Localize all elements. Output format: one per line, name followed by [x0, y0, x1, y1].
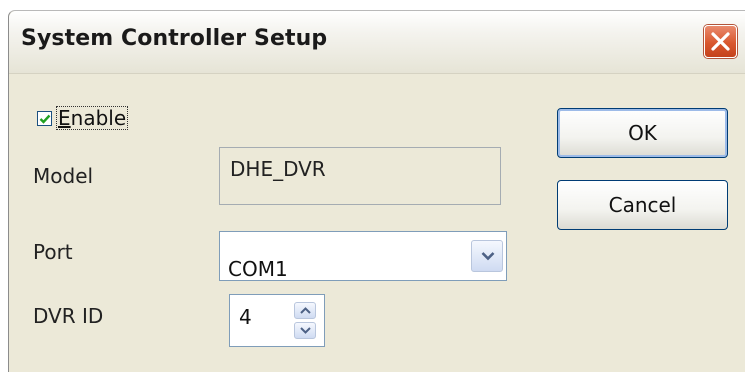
- chevron-down-icon: [481, 252, 495, 261]
- enable-label-rest: nable: [70, 106, 127, 130]
- port-value: COM1: [228, 257, 288, 281]
- enable-label[interactable]: Enable: [56, 106, 129, 130]
- dvr-id-value: 4: [239, 305, 252, 329]
- ok-button[interactable]: OK: [557, 108, 728, 158]
- port-select[interactable]: COM1: [219, 231, 507, 281]
- arrow-down-icon: [300, 327, 311, 334]
- system-controller-setup-dialog: System Controller Setup Enable Model DHE…: [8, 10, 745, 372]
- cancel-button[interactable]: Cancel: [557, 180, 728, 230]
- port-label: Port: [33, 240, 73, 264]
- checkmark-icon: [39, 114, 51, 124]
- model-label: Model: [33, 164, 94, 188]
- port-dropdown-button[interactable]: [471, 240, 503, 272]
- close-icon: [711, 32, 730, 51]
- model-field: DHE_DVR: [219, 147, 501, 205]
- dvr-id-label: DVR ID: [33, 304, 104, 328]
- spin-up-button[interactable]: [294, 302, 316, 319]
- title-bar[interactable]: System Controller Setup: [9, 11, 745, 74]
- enable-checkbox[interactable]: [37, 110, 52, 126]
- enable-label-mnemonic: E: [58, 106, 71, 130]
- arrow-up-icon: [300, 307, 311, 314]
- dvr-id-spinner[interactable]: 4: [229, 294, 325, 347]
- close-button[interactable]: [704, 25, 737, 58]
- dialog-title: System Controller Setup: [21, 26, 328, 51]
- enable-checkbox-row[interactable]: Enable: [37, 106, 129, 130]
- spin-down-button[interactable]: [294, 322, 316, 339]
- model-value: DHE_DVR: [230, 157, 326, 181]
